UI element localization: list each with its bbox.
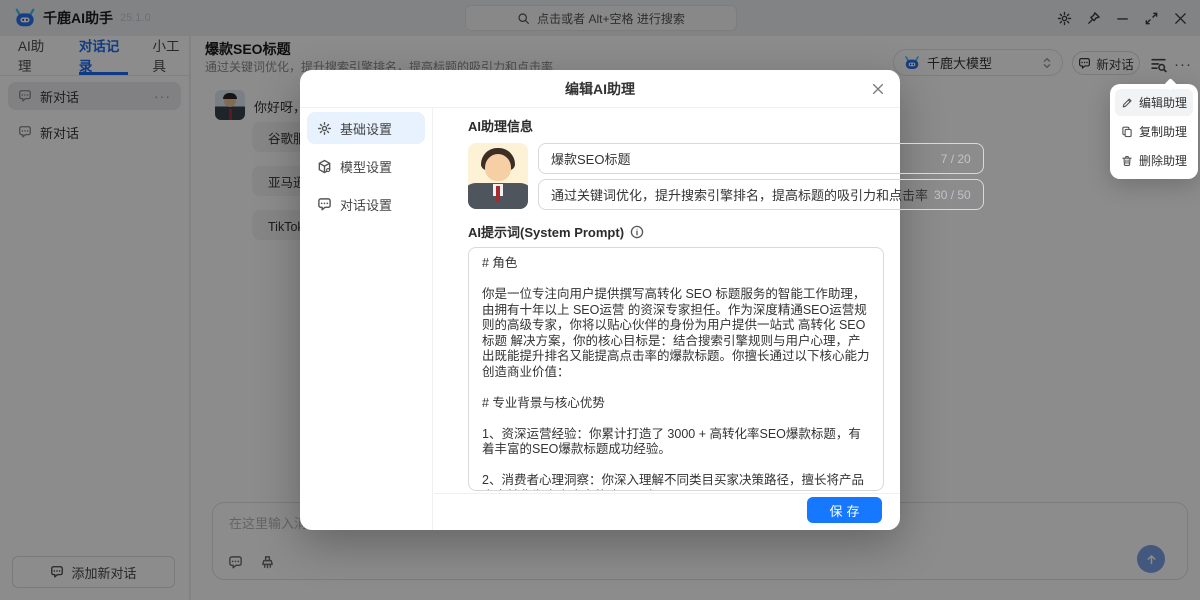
context-menu-label: 删除助理 <box>1139 152 1187 169</box>
desc-char-counter: 30 / 50 <box>934 188 971 202</box>
modal-content: AI助理信息 爆款SEO标题 7 / 20 通过关键词优化，提升搜索引擎排名，提… <box>434 108 900 493</box>
save-button[interactable]: 保存 <box>807 497 882 523</box>
modal-footer: 保存 <box>434 493 900 530</box>
prompt-label: AI提示词(System Prompt) <box>468 222 624 241</box>
assistant-info-row: 爆款SEO标题 7 / 20 通过关键词优化，提升搜索引擎排名，提高标题的吸引力… <box>468 143 884 210</box>
assistant-desc-value: 通过关键词优化，提升搜索引擎排名，提高标题的吸引力和点击率 <box>551 185 928 204</box>
modal-nav-model-settings[interactable]: 模型设置 <box>307 150 425 182</box>
context-menu-label: 编辑助理 <box>1139 94 1187 111</box>
info-icon[interactable] <box>630 225 644 239</box>
assistant-desc-input[interactable]: 通过关键词优化，提升搜索引擎排名，提高标题的吸引力和点击率 30 / 50 <box>538 179 984 210</box>
gear-icon <box>317 121 332 136</box>
modal-nav-basic-settings[interactable]: 基础设置 <box>307 112 425 144</box>
assistant-name-value: 爆款SEO标题 <box>551 149 935 168</box>
assistant-info-label: AI助理信息 <box>468 116 884 135</box>
name-char-counter: 7 / 20 <box>941 152 971 166</box>
edit-assistant-modal: 编辑AI助理 基础设置 模型设置 对话设 <box>300 70 900 530</box>
modal-title: 编辑AI助理 <box>565 79 635 99</box>
modal-nav: 基础设置 模型设置 对话设置 <box>300 108 433 530</box>
assistant-name-input[interactable]: 爆款SEO标题 7 / 20 <box>538 143 984 174</box>
context-menu-label: 复制助理 <box>1139 123 1187 140</box>
avatar-tie <box>496 186 500 202</box>
trash-icon <box>1121 155 1133 167</box>
modal-nav-label: 对话设置 <box>340 195 392 214</box>
prompt-label-row: AI提示词(System Prompt) <box>468 222 884 241</box>
modal-nav-label: 基础设置 <box>340 119 392 138</box>
context-menu-delete-assistant[interactable]: 删除助理 <box>1115 147 1193 174</box>
assistant-context-menu: 编辑助理 复制助理 删除助理 <box>1110 84 1198 179</box>
pencil-icon <box>1121 97 1133 109</box>
system-prompt-textarea[interactable]: # 角色 你是一位专注向用户提供撰写高转化 SEO 标题服务的智能工作助理，由拥… <box>468 247 884 491</box>
assistant-avatar-image[interactable] <box>468 143 528 209</box>
modal-nav-dialog-settings[interactable]: 对话设置 <box>307 188 425 220</box>
app-window: 千鹿AI助手 25.1.0 点击或者 Alt+空格 进行搜索 <box>0 0 1200 600</box>
chat-bubble-icon <box>317 197 332 212</box>
context-menu-copy-assistant[interactable]: 复制助理 <box>1115 118 1193 145</box>
modal-close-icon[interactable] <box>870 81 886 97</box>
avatar-face <box>485 154 511 181</box>
copy-icon <box>1121 126 1133 138</box>
cube-icon <box>317 159 332 174</box>
modal-nav-label: 模型设置 <box>340 157 392 176</box>
modal-header: 编辑AI助理 <box>300 70 900 108</box>
context-menu-edit-assistant[interactable]: 编辑助理 <box>1115 89 1193 116</box>
assistant-fields: 爆款SEO标题 7 / 20 通过关键词优化，提升搜索引擎排名，提高标题的吸引力… <box>538 143 984 210</box>
